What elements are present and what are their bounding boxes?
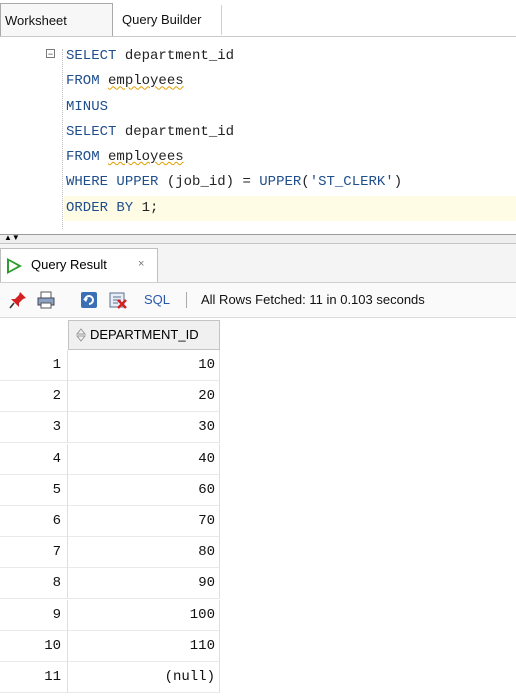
department-id-cell[interactable]: 40 (68, 443, 220, 475)
fold-guide (62, 49, 63, 229)
sql-keyword: FROM (66, 73, 109, 90)
table-row[interactable]: 7 80 (0, 537, 516, 569)
table-row[interactable]: 5 60 (0, 474, 516, 506)
sql-text: 1; (141, 199, 159, 216)
sql-link[interactable]: SQL (144, 291, 170, 309)
sql-keyword: UPPER (259, 174, 302, 191)
sql-text: department_id (124, 123, 235, 140)
sql-keyword: FROM (66, 149, 109, 166)
code-line[interactable]: WHERE UPPER (job_id) = UPPER('ST_CLERK') (66, 170, 516, 195)
table-row[interactable]: 6 70 (0, 506, 516, 537)
row-number[interactable]: 1 (0, 350, 68, 381)
sql-text: (job_id) = (158, 174, 260, 191)
tab-worksheet[interactable]: Worksheet (0, 3, 113, 36)
sort-icon[interactable] (75, 328, 87, 342)
fold-toggle-icon[interactable]: − (46, 49, 55, 59)
column-header-label: DEPARTMENT_ID (90, 327, 199, 342)
department-id-cell[interactable]: 20 (68, 381, 220, 413)
code-line[interactable]: ORDER BY 1; (64, 195, 516, 222)
grid-header: DEPARTMENT_ID (0, 320, 516, 350)
department-id-cell[interactable]: 30 (68, 412, 220, 444)
table-row[interactable]: 2 20 (0, 381, 516, 413)
department-id-cell[interactable]: 10 (68, 350, 220, 381)
print-icon[interactable] (37, 291, 55, 309)
row-number-header (0, 320, 68, 350)
sql-text: ) (393, 174, 403, 191)
department-id-cell[interactable]: 110 (68, 630, 220, 662)
column-header-department-id[interactable]: DEPARTMENT_ID (68, 320, 220, 350)
sql-keyword: WHERE (66, 174, 117, 191)
pane-splitter[interactable] (0, 234, 516, 244)
row-number[interactable]: 6 (0, 506, 68, 537)
refresh-icon[interactable] (80, 291, 98, 309)
sql-keyword: MINUS (66, 98, 109, 115)
row-number[interactable]: 5 (0, 474, 68, 506)
row-number[interactable]: 11 (0, 662, 68, 693)
row-number[interactable]: 8 (0, 568, 68, 600)
row-number[interactable]: 4 (0, 443, 68, 475)
code-line[interactable]: FROM employees (66, 145, 516, 170)
result-toolbar: SQL All Rows Fetched: 11 in 0.103 second… (0, 283, 516, 318)
department-id-cell[interactable]: 80 (68, 537, 220, 569)
code-line[interactable]: MINUS (66, 95, 516, 120)
table-row[interactable]: 10 110 (0, 630, 516, 662)
run-play-icon (7, 258, 22, 274)
row-number[interactable]: 9 (0, 599, 68, 631)
query-result-label: Query Result (31, 257, 107, 272)
sql-text: department_id (124, 48, 235, 64)
sql-text: ( (301, 174, 310, 191)
close-icon[interactable]: × (138, 249, 144, 279)
toolbar-separator (186, 292, 187, 308)
sql-keyword: SELECT (66, 123, 125, 140)
department-id-cell[interactable]: 90 (68, 568, 220, 600)
sql-string: 'ST_CLERK' (309, 174, 394, 191)
table-row[interactable]: 8 90 (0, 568, 516, 600)
tab-query-builder[interactable]: Query Builder (112, 5, 222, 35)
sql-keyword: SELECT (66, 48, 125, 64)
department-id-cell[interactable]: 100 (68, 599, 220, 631)
sql-editor[interactable]: − SELECT department_id FROM employees MINU… (0, 37, 516, 234)
result-tabbar: Query Result × (0, 244, 516, 283)
code-line[interactable]: SELECT department_id (66, 120, 516, 145)
row-number[interactable]: 10 (0, 630, 68, 662)
code-line[interactable]: SELECT department_id (66, 44, 516, 69)
sql-text: employees (108, 149, 184, 166)
department-id-cell[interactable]: 70 (68, 506, 220, 537)
table-row[interactable]: 3 30 (0, 412, 516, 444)
fetch-status: All Rows Fetched: 11 in 0.103 seconds (201, 292, 425, 307)
department-id-cell[interactable]: (null) (68, 662, 220, 693)
row-number[interactable]: 3 (0, 412, 68, 444)
pin-icon[interactable] (9, 291, 27, 309)
editor-gutter (0, 37, 44, 234)
row-number[interactable]: 7 (0, 537, 68, 569)
sql-text: employees (108, 73, 184, 90)
department-id-cell[interactable]: 60 (68, 474, 220, 506)
sql-code[interactable]: SELECT department_id FROM employees MINUS S… (64, 44, 516, 222)
tab-query-result[interactable]: Query Result × (0, 248, 158, 282)
row-number[interactable]: 2 (0, 381, 68, 413)
sql-keyword: UPPER (116, 174, 159, 191)
export-icon[interactable] (109, 291, 127, 309)
code-line[interactable]: FROM employees (66, 69, 516, 94)
splitter-arrows-icon[interactable]: ▲▼ (4, 234, 20, 242)
sql-keyword: ORDER BY (66, 199, 142, 216)
table-row[interactable]: 1 10 (0, 350, 516, 381)
table-row[interactable]: 9 100 (0, 599, 516, 631)
table-row[interactable]: 11 (null) (0, 662, 516, 693)
table-row[interactable]: 4 40 (0, 443, 516, 475)
worksheet-tabbar: Worksheet Query Builder (0, 0, 516, 37)
